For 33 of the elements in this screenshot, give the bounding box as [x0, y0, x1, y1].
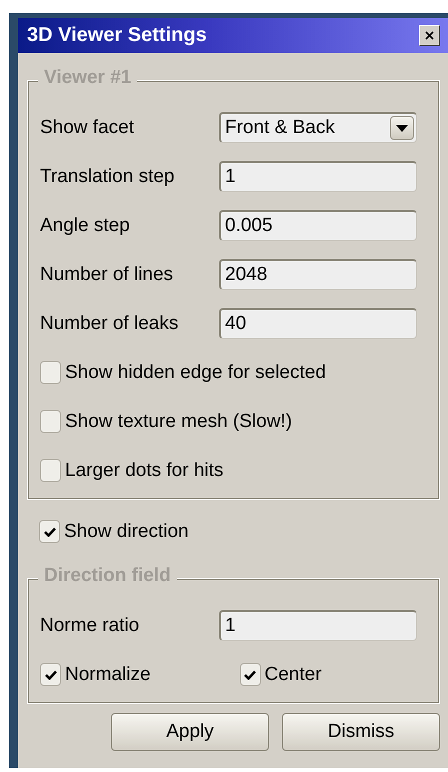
- checkbox-label: Normalize: [65, 664, 151, 686]
- check-icon: [244, 670, 256, 680]
- check-icon: [44, 526, 56, 536]
- close-icon[interactable]: [425, 31, 434, 40]
- input-field[interactable]: 1: [219, 610, 417, 641]
- dialog-button[interactable]: Dismiss: [282, 713, 440, 751]
- checkbox[interactable]: [40, 663, 61, 686]
- dropdown[interactable]: Front & Back: [219, 112, 417, 143]
- input-field[interactable]: 2048: [219, 259, 417, 290]
- field-label: Norme ratio: [40, 614, 140, 636]
- input-field[interactable]: 1: [219, 161, 417, 192]
- field-label: Number of leaks: [40, 312, 180, 334]
- checkbox[interactable]: [39, 520, 60, 543]
- checkbox[interactable]: [40, 410, 61, 433]
- field-label: Translation step: [40, 166, 176, 188]
- input-field[interactable]: 0.005: [219, 210, 417, 241]
- checkbox-label: Show texture mesh (Slow!): [65, 410, 292, 432]
- field-label: Number of lines: [40, 264, 174, 286]
- checkbox-label: Show direction: [64, 520, 189, 542]
- dialog-button[interactable]: Apply: [111, 713, 269, 751]
- field-label: Angle step: [40, 214, 131, 236]
- checkbox-label: Show hidden edge for selected: [65, 362, 326, 384]
- checkbox[interactable]: [240, 663, 260, 686]
- checkbox-label: Larger dots for hits: [65, 460, 224, 482]
- window-title: 3D Viewer Settings: [27, 24, 207, 47]
- checkbox-label: Center: [264, 664, 322, 686]
- check-icon: [44, 670, 56, 680]
- close-button[interactable]: [419, 25, 440, 46]
- input-field[interactable]: 40: [219, 308, 417, 339]
- checkbox[interactable]: [40, 361, 61, 384]
- dropdown-arrow-icon[interactable]: [396, 124, 408, 132]
- checkbox[interactable]: [40, 459, 61, 482]
- field-label: Show facet: [40, 116, 135, 138]
